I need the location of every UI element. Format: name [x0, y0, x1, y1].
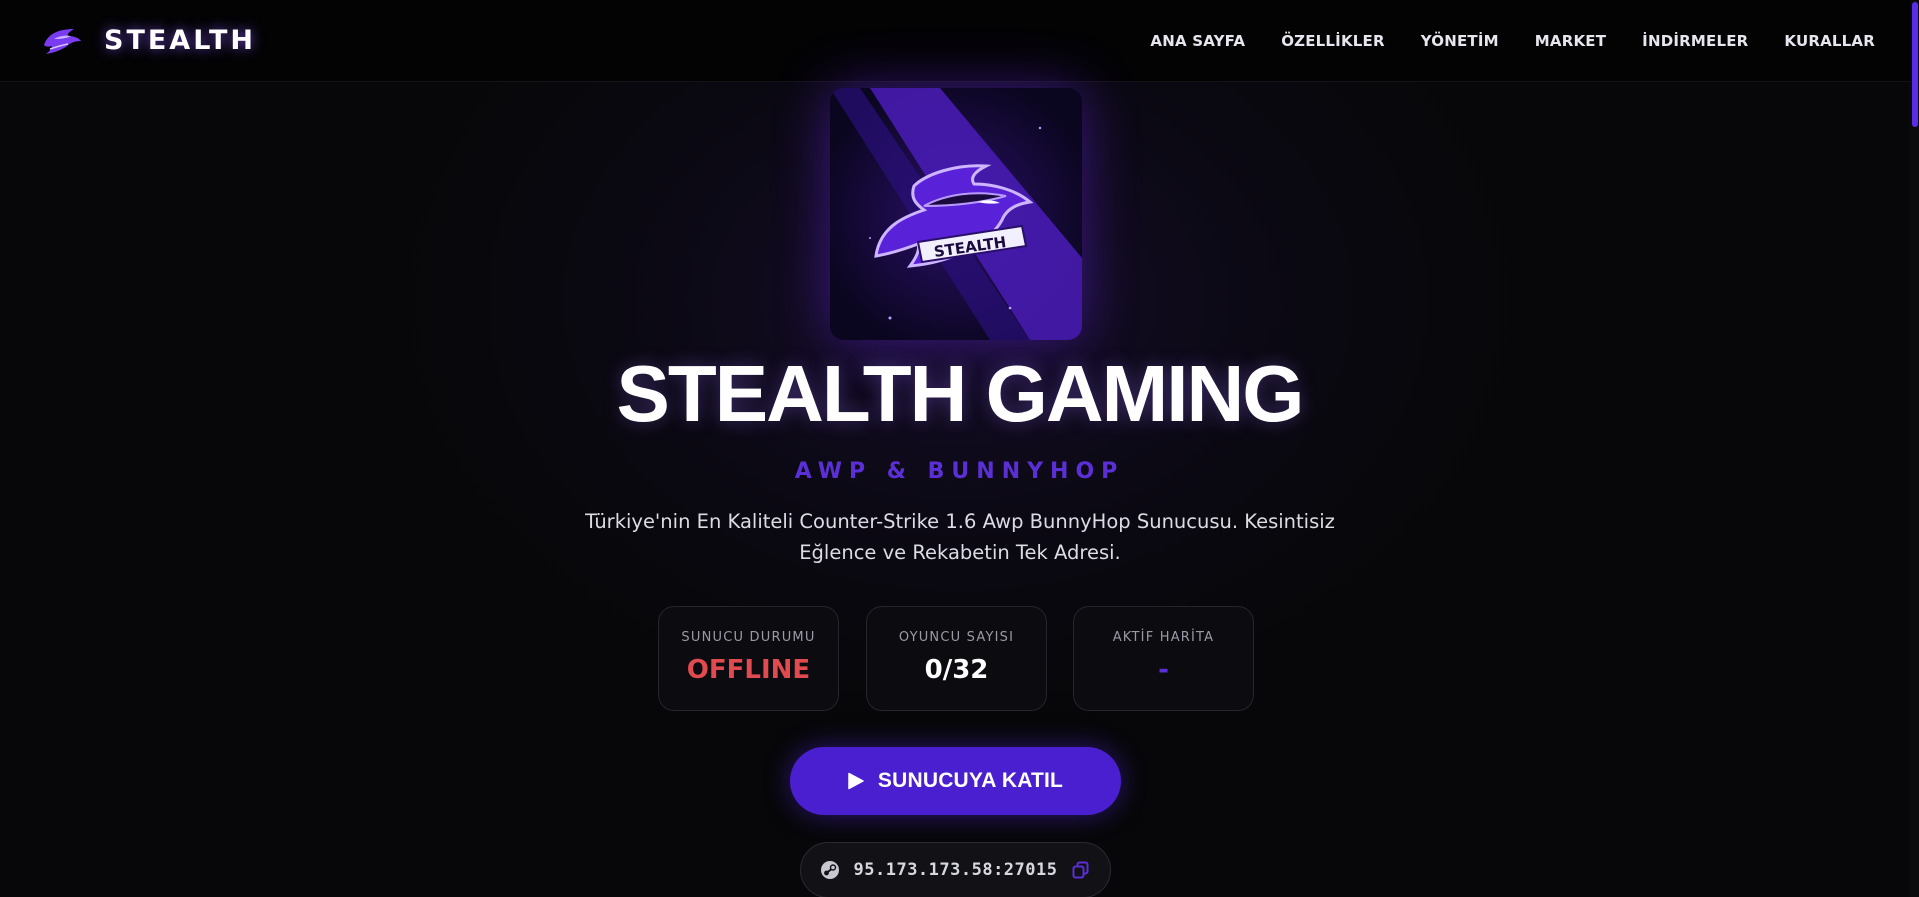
server-ip-text: 95.173.173.58:27015 [853, 860, 1058, 880]
active-map-value: - [1158, 655, 1169, 685]
nav-item-market[interactable]: MARKET [1535, 32, 1606, 50]
nav-item-ana-sayfa[interactable]: ANA SAYFA [1150, 32, 1245, 50]
brand[interactable]: STEALTH [40, 23, 256, 59]
join-server-label: SUNUCUYA KATIL [877, 769, 1064, 792]
server-status-value: OFFLINE [686, 655, 811, 685]
nav-item-kurallar[interactable]: KURALLAR [1784, 32, 1875, 50]
stat-label: AKTİF HARİTA [1112, 630, 1215, 645]
top-navbar: STEALTH ANA SAYFA ÖZELLİKLER YÖNETİM MAR… [0, 0, 1919, 82]
stealth-mask-icon [44, 28, 81, 54]
player-count-value: 0/32 [924, 655, 989, 685]
hero-subtitle: AWP & BUNNYHOP [794, 459, 1125, 484]
play-icon [848, 772, 864, 790]
main-nav: ANA SAYFA ÖZELLİKLER YÖNETİM MARKET İNDİ… [1150, 32, 1875, 50]
steam-icon [820, 861, 839, 879]
nav-item-indirmeler[interactable]: İNDİRMELER [1642, 32, 1748, 50]
join-server-button[interactable]: SUNUCUYA KATIL [790, 747, 1121, 815]
hero-description: Türkiye'nin En Kaliteli Counter-Strike 1… [585, 510, 1335, 564]
stat-card-server-status: SUNUCU DURUMU OFFLINE [658, 606, 839, 711]
stealth-emblem-icon: STEALTH [830, 88, 1082, 340]
hero-logo: STEALTH [830, 88, 1082, 340]
brand-name: STEALTH [104, 25, 256, 56]
server-ip-pill: 95.173.173.58:27015 [800, 842, 1111, 897]
stat-label: OYUNCU SAYISI [898, 630, 1015, 645]
nav-item-yonetim[interactable]: YÖNETİM [1421, 32, 1499, 50]
copy-icon[interactable] [1071, 860, 1091, 880]
page: STEALTH ANA SAYFA ÖZELLİKLER YÖNETİM MAR… [0, 0, 1919, 897]
nav-item-ozellikler[interactable]: ÖZELLİKLER [1281, 32, 1385, 50]
stat-card-player-count: OYUNCU SAYISI 0/32 [866, 606, 1047, 711]
stat-label: SUNUCU DURUMU [681, 630, 816, 645]
page-title: STEALTH GAMING [616, 349, 1304, 438]
page-scrollbar[interactable] [1910, 0, 1919, 897]
stat-card-active-map: AKTİF HARİTA - [1073, 606, 1254, 711]
scrollbar-thumb[interactable] [1912, 2, 1918, 127]
